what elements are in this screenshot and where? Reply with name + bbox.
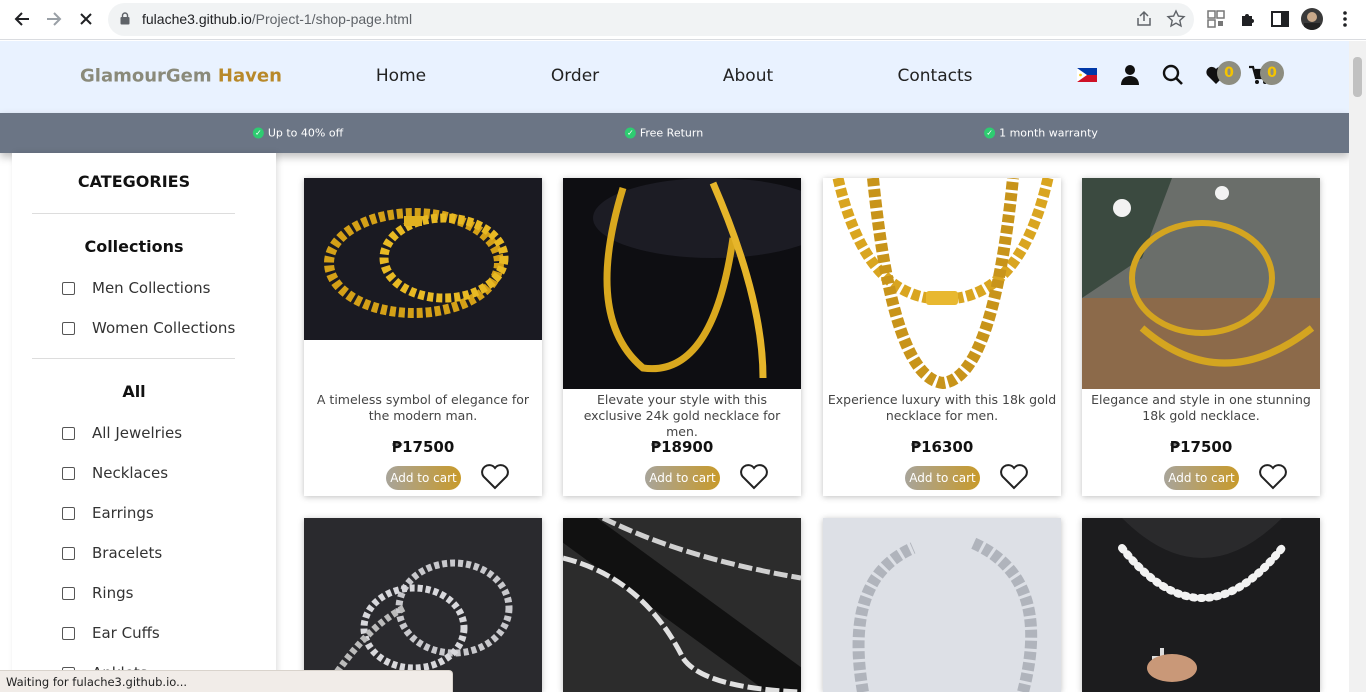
- product-image-silver-curb-chain[interactable]: [823, 518, 1061, 692]
- filter-rings[interactable]: Rings: [62, 584, 133, 602]
- product-price: ₱18900: [650, 438, 714, 456]
- checkbox[interactable]: [62, 321, 75, 335]
- product-description: A timeless symbol of elegance for the mo…: [316, 392, 530, 423]
- promo-warranty: ✓ 1 month warranty: [984, 127, 1098, 140]
- product-card[interactable]: Experience luxury with this 18k gold nec…: [823, 178, 1061, 496]
- product-card[interactable]: Elevate your style with this exclusive 2…: [563, 178, 801, 496]
- browser-status-bar: Waiting for fulache3.github.io...: [0, 670, 453, 692]
- filter-bracelets[interactable]: Bracelets: [62, 544, 162, 562]
- filter-women-collections[interactable]: Women Collections: [62, 319, 235, 337]
- check-icon: ✓: [252, 127, 264, 139]
- product-card[interactable]: [304, 518, 542, 692]
- share-icon[interactable]: [1134, 9, 1154, 29]
- product-card[interactable]: [1082, 518, 1320, 692]
- brand-logo[interactable]: GlamourGem Haven: [80, 66, 282, 87]
- nav-home-link[interactable]: Home: [376, 66, 426, 86]
- add-to-cart-button[interactable]: Add to cart: [645, 466, 720, 490]
- checkbox[interactable]: [62, 466, 75, 480]
- product-price: ₱17500: [391, 438, 455, 456]
- site-header: GlamourGem Haven Home Order About Contac…: [0, 41, 1349, 113]
- product-card[interactable]: A timeless symbol of elegance for the mo…: [304, 178, 542, 496]
- cart-count-badge: 0: [1260, 61, 1284, 85]
- address-bar[interactable]: fulache3.github.io/Project-1/shop-page.h…: [108, 3, 1194, 36]
- browser-toolbar: fulache3.github.io/Project-1/shop-page.h…: [0, 0, 1366, 40]
- search-icon[interactable]: [1162, 64, 1184, 86]
- product-image-silver-link-chain[interactable]: [563, 518, 801, 692]
- wishlist-heart-icon[interactable]: [480, 462, 510, 490]
- checkbox[interactable]: [62, 426, 75, 440]
- divider: [32, 213, 235, 214]
- product-card[interactable]: Elegance and style in one stunning 18k g…: [1082, 178, 1320, 496]
- checkbox[interactable]: [62, 546, 75, 560]
- product-image-gold-herringbone-necklace[interactable]: [563, 178, 801, 389]
- profile-avatar[interactable]: [1301, 8, 1323, 30]
- filter-all-jewelries[interactable]: All Jewelries: [62, 424, 182, 442]
- add-to-cart-button[interactable]: Add to cart: [905, 466, 980, 490]
- checkbox[interactable]: [62, 586, 75, 600]
- product-image-gold-chain-on-fabric[interactable]: [1082, 178, 1320, 389]
- promo-discount: ✓ Up to 40% off: [252, 127, 343, 140]
- bookmark-star-icon[interactable]: [1166, 9, 1186, 29]
- url-text: fulache3.github.io/Project-1/shop-page.h…: [142, 11, 413, 27]
- wishlist-heart-icon[interactable]: [739, 462, 769, 490]
- forward-arrow-icon[interactable]: [38, 3, 70, 35]
- checkbox[interactable]: [62, 626, 75, 640]
- checkbox[interactable]: [62, 506, 75, 520]
- product-image-gold-cuban-chain[interactable]: [823, 178, 1061, 389]
- filter-men-collections[interactable]: Men Collections: [62, 279, 210, 297]
- page-scrollbar[interactable]: [1349, 41, 1366, 692]
- wishlist-count-badge: 0: [1217, 61, 1241, 85]
- nav-about-link[interactable]: About: [723, 66, 773, 86]
- lock-icon: [120, 12, 130, 25]
- divider: [32, 358, 235, 359]
- wishlist-heart-icon[interactable]: [999, 462, 1029, 490]
- back-arrow-icon[interactable]: [6, 3, 38, 35]
- collections-heading: Collections: [84, 237, 184, 256]
- product-card[interactable]: [823, 518, 1061, 692]
- stop-loading-icon[interactable]: [70, 3, 102, 35]
- scrollbar-thumb[interactable]: [1353, 57, 1362, 97]
- wishlist-heart-icon[interactable]: [1258, 462, 1288, 490]
- product-image-pearl-cross-necklace[interactable]: [1082, 518, 1320, 692]
- nav-contacts-link[interactable]: Contacts: [898, 66, 973, 86]
- check-icon: ✓: [624, 127, 636, 139]
- checkbox[interactable]: [62, 281, 75, 295]
- product-description: Experience luxury with this 18k gold nec…: [827, 392, 1057, 423]
- product-image-gold-curb-chain[interactable]: [304, 178, 542, 340]
- add-to-cart-button[interactable]: Add to cart: [1164, 466, 1239, 490]
- product-price: ₱16300: [910, 438, 974, 456]
- puzzle-extensions-icon[interactable]: [1237, 8, 1259, 30]
- promo-strip: ✓ Up to 40% off ✓ Free Return ✓ 1 month war…: [0, 113, 1349, 153]
- category-sidebar: CATEGORIES Collections Men Collections W…: [12, 153, 276, 692]
- categories-heading: CATEGORIES: [77, 172, 191, 191]
- add-to-cart-button[interactable]: Add to cart: [386, 466, 461, 490]
- chrome-menu-icon[interactable]: [1334, 8, 1356, 30]
- filter-ear-cuffs[interactable]: Ear Cuffs: [62, 624, 160, 642]
- product-price: ₱17500: [1169, 438, 1233, 456]
- extension-qr-icon[interactable]: [1205, 8, 1227, 30]
- promo-free-return: ✓ Free Return: [624, 127, 703, 140]
- product-description: Elevate your style with this exclusive 2…: [583, 392, 781, 439]
- all-heading: All: [122, 382, 146, 401]
- check-icon: ✓: [984, 127, 996, 139]
- nav-order-link[interactable]: Order: [551, 66, 599, 86]
- philippines-flag-icon[interactable]: [1077, 68, 1097, 82]
- user-icon[interactable]: [1120, 64, 1140, 86]
- filter-necklaces[interactable]: Necklaces: [62, 464, 168, 482]
- product-image-silver-box-chain[interactable]: [304, 518, 542, 692]
- product-card[interactable]: [563, 518, 801, 692]
- side-panel-icon[interactable]: [1269, 8, 1291, 30]
- product-description: Elegance and style in one stunning 18k g…: [1091, 392, 1311, 423]
- filter-earrings[interactable]: Earrings: [62, 504, 154, 522]
